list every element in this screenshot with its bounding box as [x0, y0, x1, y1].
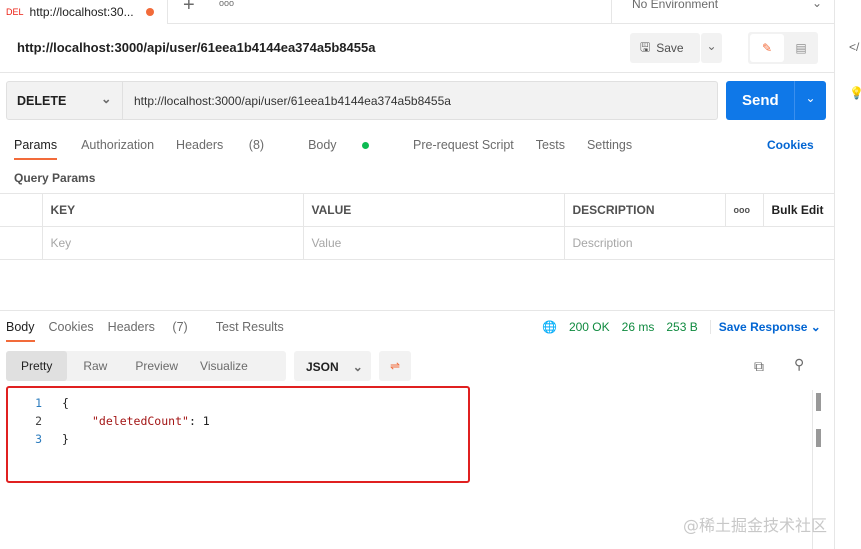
save-response-button[interactable]: Save Response ⌄	[709, 320, 821, 334]
lightbulb-icon[interactable]: 💡	[849, 86, 861, 100]
scrollbar-thumb[interactable]	[816, 393, 821, 411]
more-tabs-button[interactable]: ooo	[219, 0, 234, 8]
tab-title: http://localhost:30...	[29, 5, 134, 19]
tab-response-body[interactable]: Body	[6, 320, 35, 342]
status-code[interactable]: 200 OK	[569, 320, 610, 334]
view-preview[interactable]: Preview	[123, 359, 190, 373]
documentation-icon[interactable]: ▤	[786, 34, 816, 62]
chevron-down-icon: ⌄	[812, 0, 823, 10]
chevron-down-icon: ⌄	[101, 92, 112, 106]
copy-icon[interactable]: ⧉	[754, 358, 764, 375]
mode-toggle: ✎ ▤	[748, 32, 818, 64]
method-select[interactable]: DELETE ⌄	[7, 82, 123, 119]
method-badge: DEL	[6, 7, 24, 17]
globe-icon: 🌐	[542, 320, 557, 334]
save-options-button[interactable]: ⌄	[701, 33, 722, 63]
response-time[interactable]: 26 ms	[622, 320, 655, 334]
unsaved-dot-icon	[145, 8, 154, 16]
tab-settings[interactable]: Settings	[587, 138, 632, 160]
tab-body[interactable]: Body	[308, 138, 391, 160]
response-tabs: Body Cookies Headers (7) Test Results	[6, 320, 298, 342]
response-status-bar: 🌐 200 OK 26 ms 253 B Save Response ⌄	[542, 320, 821, 334]
tab-headers[interactable]: Headers (8)	[176, 138, 286, 160]
query-params-heading: Query Params	[14, 171, 96, 185]
response-size[interactable]: 253 B	[666, 320, 697, 334]
column-description: DESCRIPTION	[563, 193, 726, 227]
params-table: KEY VALUE DESCRIPTION ooo Bulk Edit Key …	[0, 193, 834, 260]
bulk-edit-button[interactable]: Bulk Edit	[762, 193, 834, 227]
save-button[interactable]: 🖫 Save	[630, 33, 700, 63]
key-input[interactable]: Key	[41, 226, 304, 260]
search-icon[interactable]: ⚲	[794, 356, 804, 373]
edit-pencil-icon[interactable]: ✎	[750, 34, 784, 62]
environment-label: No Environment	[632, 0, 719, 11]
scrollbar-marker	[816, 429, 821, 447]
highlight-box	[6, 386, 470, 483]
format-select[interactable]: JSON ⌄	[294, 351, 371, 381]
request-tabs: Params Authorization Headers (8) Body Pr…	[14, 138, 654, 160]
column-value: VALUE	[302, 193, 565, 227]
url-bar: DELETE ⌄ http://localhost:3000/api/user/…	[6, 81, 718, 120]
tab-params[interactable]: Params	[14, 138, 58, 160]
view-raw[interactable]: Raw	[67, 359, 123, 373]
chevron-down-icon: ⌄	[352, 360, 363, 374]
url-input[interactable]: http://localhost:3000/api/user/61eea1b41…	[134, 94, 451, 108]
column-key: KEY	[41, 193, 304, 227]
environment-select[interactable]: No Environment ⌄	[611, 0, 834, 24]
send-button[interactable]: Send ⌄	[726, 81, 826, 120]
watermark: @稀土掘金技术社区	[683, 516, 828, 535]
code-icon[interactable]: </	[849, 40, 859, 54]
tab-response-headers[interactable]: Headers (7)	[108, 320, 202, 342]
tab-bar: DEL http://localhost:30... + ooo No Envi…	[0, 0, 834, 24]
view-mode-group: Pretty Raw Preview Visualize	[6, 351, 286, 381]
table-row: Key Value Description	[0, 226, 834, 260]
value-input[interactable]: Value	[302, 226, 565, 260]
cookies-link[interactable]: Cookies	[767, 138, 814, 152]
wrap-lines-icon[interactable]: ⇌	[379, 351, 411, 381]
tab-tests[interactable]: Tests	[536, 138, 565, 160]
table-header-row: KEY VALUE DESCRIPTION ooo Bulk Edit	[0, 193, 834, 227]
description-input[interactable]: Description	[563, 226, 834, 260]
view-visualize[interactable]: Visualize	[190, 359, 258, 373]
right-sidebar: </ 💡	[834, 0, 861, 549]
tab-response-cookies[interactable]: Cookies	[49, 320, 94, 342]
new-tab-button[interactable]: +	[183, 0, 195, 17]
body-indicator-icon	[362, 142, 370, 149]
request-title: http://localhost:3000/api/user/61eea1b41…	[17, 40, 376, 55]
more-options-button[interactable]: ooo	[724, 193, 764, 227]
tab-pre-request-script[interactable]: Pre-request Script	[413, 138, 514, 160]
tab-authorization[interactable]: Authorization	[81, 138, 154, 160]
save-icon: 🖫	[640, 39, 651, 54]
send-options-chevron-icon[interactable]: ⌄	[794, 81, 826, 120]
tab-test-results[interactable]: Test Results	[216, 320, 284, 342]
view-pretty[interactable]: Pretty	[6, 351, 68, 381]
request-tab[interactable]: DEL http://localhost:30...	[0, 0, 168, 24]
